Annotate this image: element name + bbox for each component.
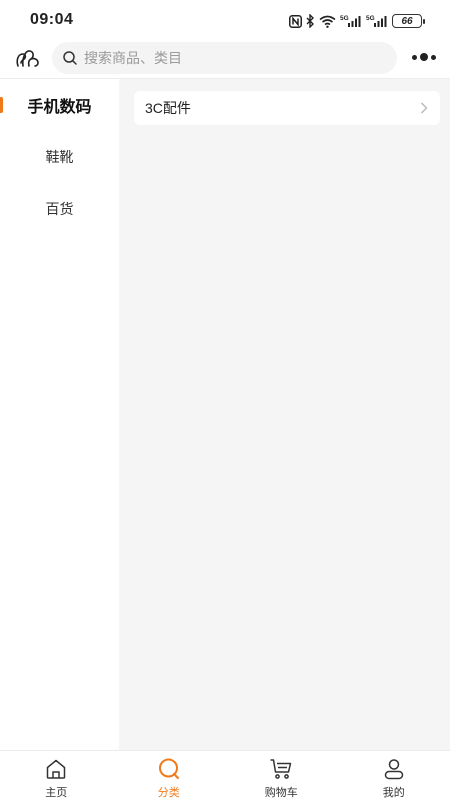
- battery-level: 66: [401, 15, 413, 27]
- nav-item-cart[interactable]: 购物车: [225, 751, 338, 800]
- category-icon: [158, 758, 179, 779]
- sidebar-item-label: 鞋靴: [45, 149, 74, 165]
- subcategory-3c-accessories[interactable]: 3C配件: [134, 91, 440, 125]
- status-icons: 5G 5G 66: [289, 13, 425, 29]
- status-time: 09:04: [30, 11, 74, 28]
- subcategory-panel: 3C配件: [119, 79, 450, 750]
- nav-label: 分类: [157, 787, 180, 799]
- sidebar-item-general-goods[interactable]: 百货: [0, 183, 119, 235]
- signal-5g-icon-1: 5G: [340, 15, 361, 27]
- top-bar: [0, 40, 450, 78]
- subcategory-label: 3C配件: [145, 100, 191, 116]
- active-indicator: [0, 97, 3, 113]
- nav-item-category[interactable]: 分类: [113, 751, 226, 800]
- sidebar-item-label: 手机数码: [27, 99, 92, 116]
- user-icon: [384, 759, 403, 780]
- chevron-right-icon: [421, 102, 428, 114]
- sidebar-item-shoes[interactable]: 鞋靴: [0, 131, 119, 183]
- search-input[interactable]: [84, 50, 374, 66]
- nfc-icon: [289, 14, 302, 28]
- home-icon: [47, 759, 66, 779]
- status-bar: 09:04 5G 5G 66: [0, 0, 450, 40]
- sidebar-item-phones-digital[interactable]: 手机数码: [0, 79, 119, 131]
- search-icon: [63, 51, 77, 65]
- nav-label: 我的: [382, 787, 405, 799]
- category-sidebar: 手机数码 鞋靴 百货: [0, 79, 119, 750]
- sidebar-item-label: 百货: [45, 201, 74, 217]
- more-options-icon[interactable]: [412, 50, 436, 64]
- battery-icon: 66: [392, 14, 425, 28]
- nav-item-profile[interactable]: 我的: [338, 751, 450, 800]
- wifi-icon: [319, 15, 336, 28]
- svg-text:5G: 5G: [366, 15, 375, 22]
- bottom-nav: 主页 分类 购物车 我的: [0, 750, 450, 800]
- signal-5g-icon-2: 5G: [366, 15, 387, 27]
- brand-logo-icon[interactable]: [14, 46, 40, 68]
- bluetooth-icon: [306, 14, 314, 28]
- search-bar[interactable]: [52, 42, 397, 74]
- nav-label: 购物车: [264, 787, 298, 799]
- nav-label: 主页: [45, 787, 68, 799]
- cart-icon: [270, 759, 292, 779]
- svg-text:5G: 5G: [340, 15, 349, 22]
- nav-item-home[interactable]: 主页: [0, 751, 113, 800]
